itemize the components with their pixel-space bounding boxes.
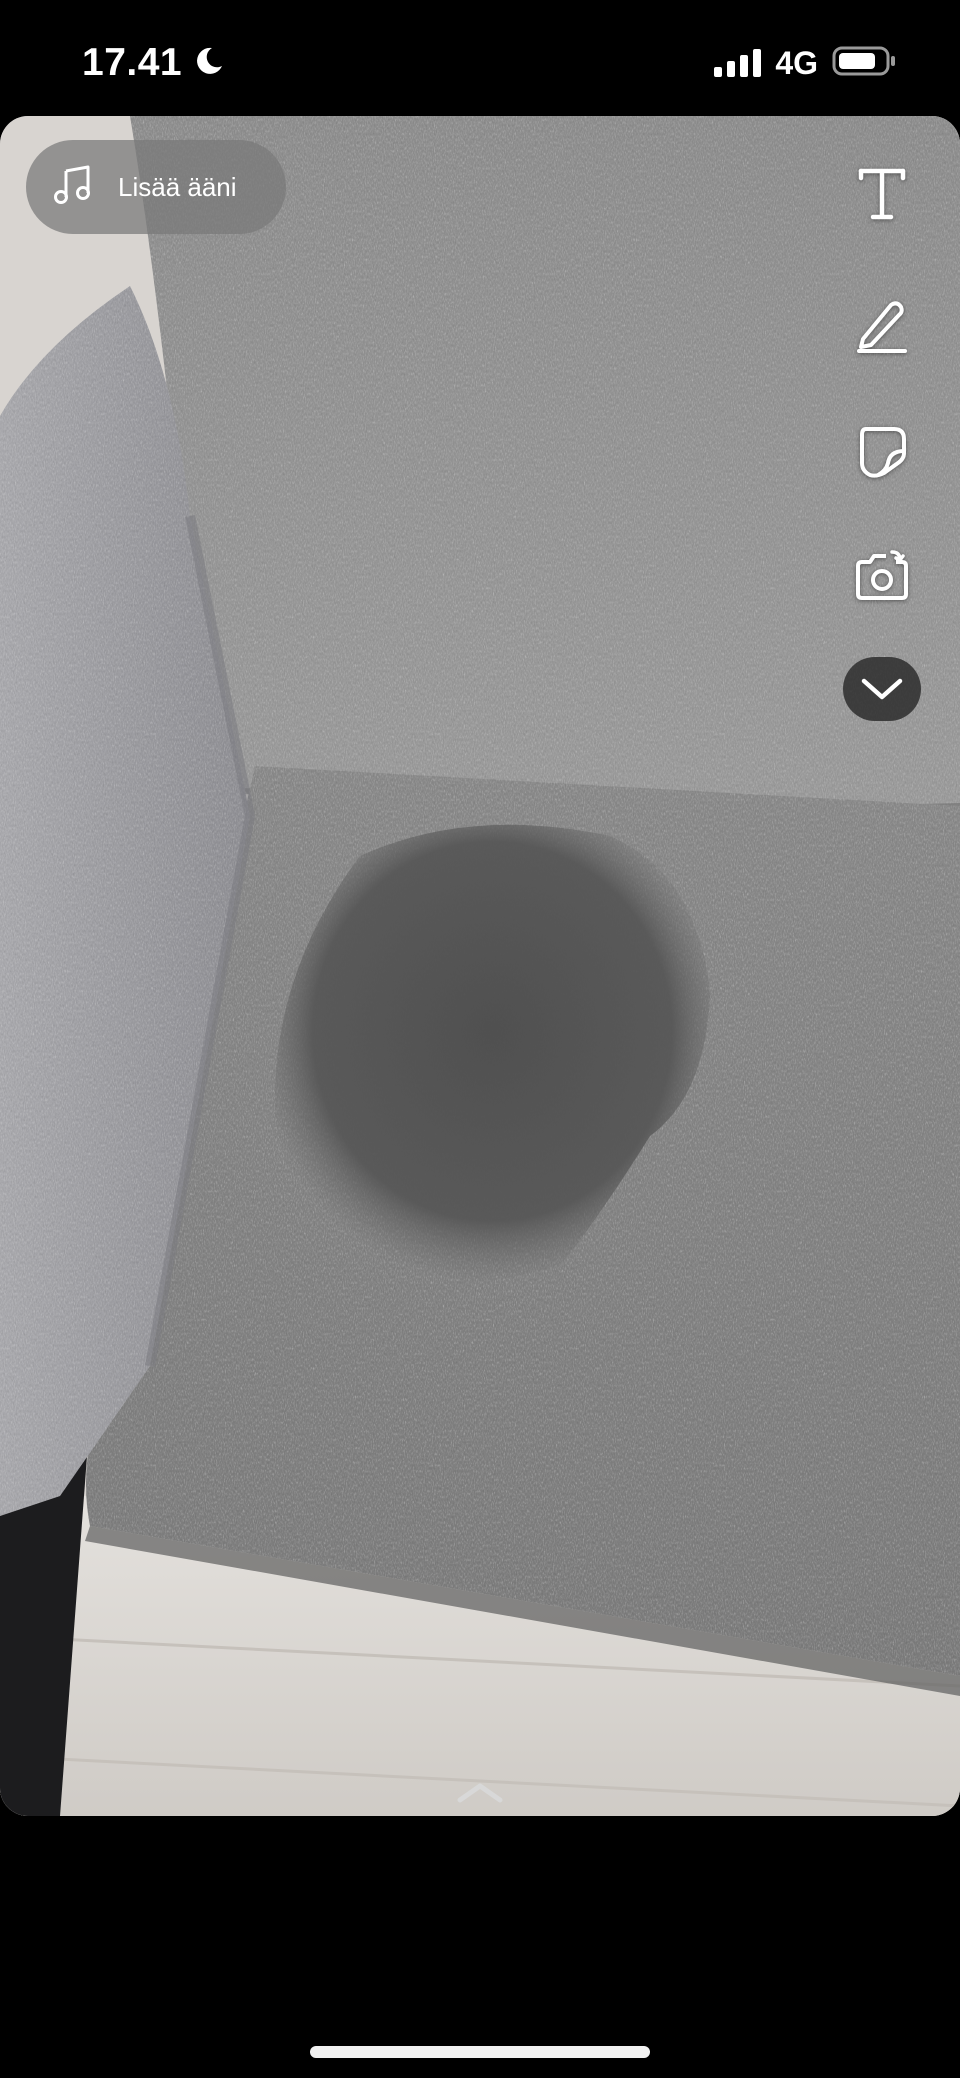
snap-photo[interactable]: Lisää ääni bbox=[0, 116, 960, 1816]
music-note-icon bbox=[52, 163, 96, 212]
text-tool-button[interactable] bbox=[850, 162, 914, 226]
more-tools-button[interactable] bbox=[843, 657, 921, 721]
chevron-down-icon bbox=[861, 678, 903, 700]
add-sound-button[interactable]: Lisää ääni bbox=[26, 140, 286, 234]
draw-tool-button[interactable] bbox=[850, 292, 914, 356]
battery-icon bbox=[832, 45, 896, 82]
network-type: 4G bbox=[775, 44, 818, 81]
moon-icon bbox=[192, 44, 226, 83]
camera-flip-button[interactable] bbox=[850, 544, 914, 608]
status-time: 17.41 bbox=[82, 41, 183, 84]
cellular-signal-icon bbox=[714, 49, 762, 77]
swipe-up-handle[interactable] bbox=[455, 1780, 505, 1806]
sticker-icon bbox=[860, 427, 906, 478]
camera-retake-icon bbox=[856, 550, 908, 600]
status-right-group: 4G bbox=[714, 42, 896, 84]
status-time-group: 17.41 bbox=[82, 38, 226, 88]
add-sound-label: Lisää ääni bbox=[118, 171, 237, 202]
status-bar: 17.41 4G bbox=[0, 0, 960, 118]
chevron-up-icon bbox=[457, 1783, 503, 1803]
sofa-photo-illustration bbox=[0, 116, 960, 1816]
text-icon bbox=[858, 168, 906, 220]
sticker-tool-button[interactable] bbox=[850, 420, 914, 484]
home-indicator[interactable] bbox=[310, 2046, 650, 2058]
pencil-icon bbox=[857, 301, 907, 353]
